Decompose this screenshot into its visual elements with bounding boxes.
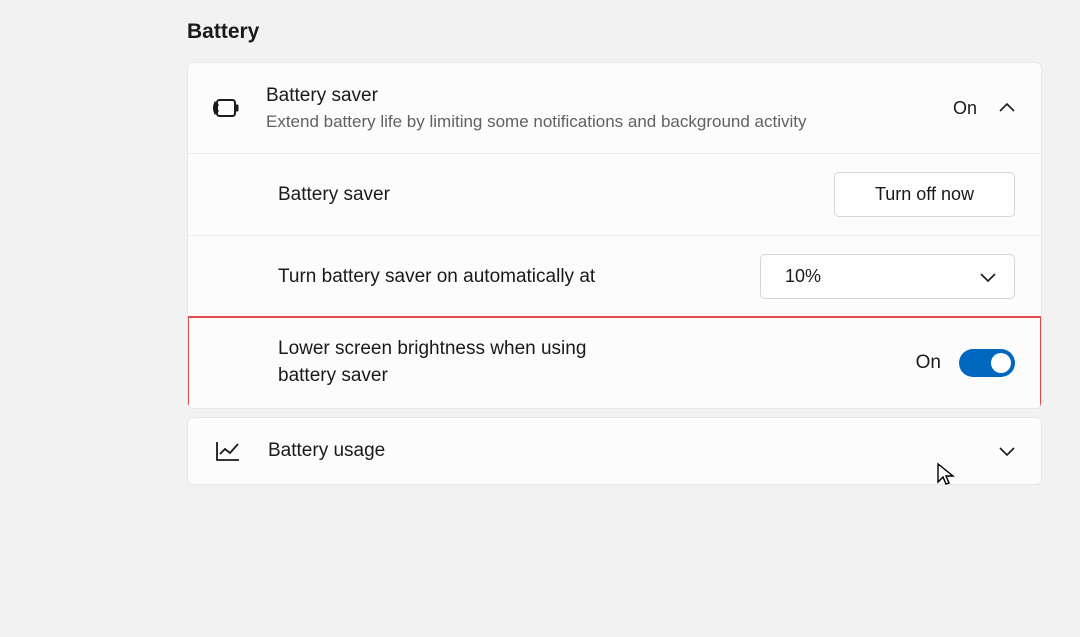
battery-usage-card[interactable]: Battery usage	[187, 417, 1042, 485]
battery-saver-header-right: On	[953, 98, 1015, 119]
chevron-down-icon	[999, 443, 1015, 459]
battery-saver-brightness-row: Lower screen brightness when using batte…	[188, 318, 1041, 407]
battery-usage-icon	[212, 440, 244, 462]
section-title: Battery	[187, 20, 1042, 44]
brightness-toggle-state: On	[916, 352, 941, 374]
battery-saver-title: Battery saver	[266, 83, 929, 109]
turn-off-now-button[interactable]: Turn off now	[834, 172, 1015, 217]
battery-saver-manual-row: Battery saver Turn off now	[188, 154, 1041, 236]
battery-usage-label: Battery usage	[268, 440, 975, 462]
battery-saver-threshold-value: 10%	[785, 266, 821, 287]
battery-saver-description: Extend battery life by limiting some not…	[266, 110, 929, 134]
battery-saver-threshold-select[interactable]: 10%	[760, 254, 1015, 299]
battery-saver-header[interactable]: Battery saver Extend battery life by lim…	[188, 63, 1041, 154]
battery-saver-header-text: Battery saver Extend battery life by lim…	[266, 83, 929, 133]
battery-saver-brightness-label: Lower screen brightness when using batte…	[278, 336, 607, 389]
battery-saver-icon	[210, 97, 242, 119]
battery-saver-auto-label: Turn battery saver on automatically at	[278, 264, 760, 291]
battery-saver-status: On	[953, 98, 977, 119]
battery-usage-row: Battery usage	[188, 418, 1041, 484]
chevron-up-icon	[999, 100, 1015, 116]
toggle-knob	[991, 353, 1011, 373]
brightness-toggle[interactable]	[959, 349, 1015, 377]
battery-saver-auto-row: Turn battery saver on automatically at 1…	[188, 236, 1041, 318]
battery-saver-manual-label: Battery saver	[278, 182, 834, 209]
chevron-down-icon	[980, 269, 996, 285]
battery-saver-card: Battery saver Extend battery life by lim…	[187, 62, 1042, 409]
brightness-toggle-wrap: On	[916, 349, 1015, 377]
